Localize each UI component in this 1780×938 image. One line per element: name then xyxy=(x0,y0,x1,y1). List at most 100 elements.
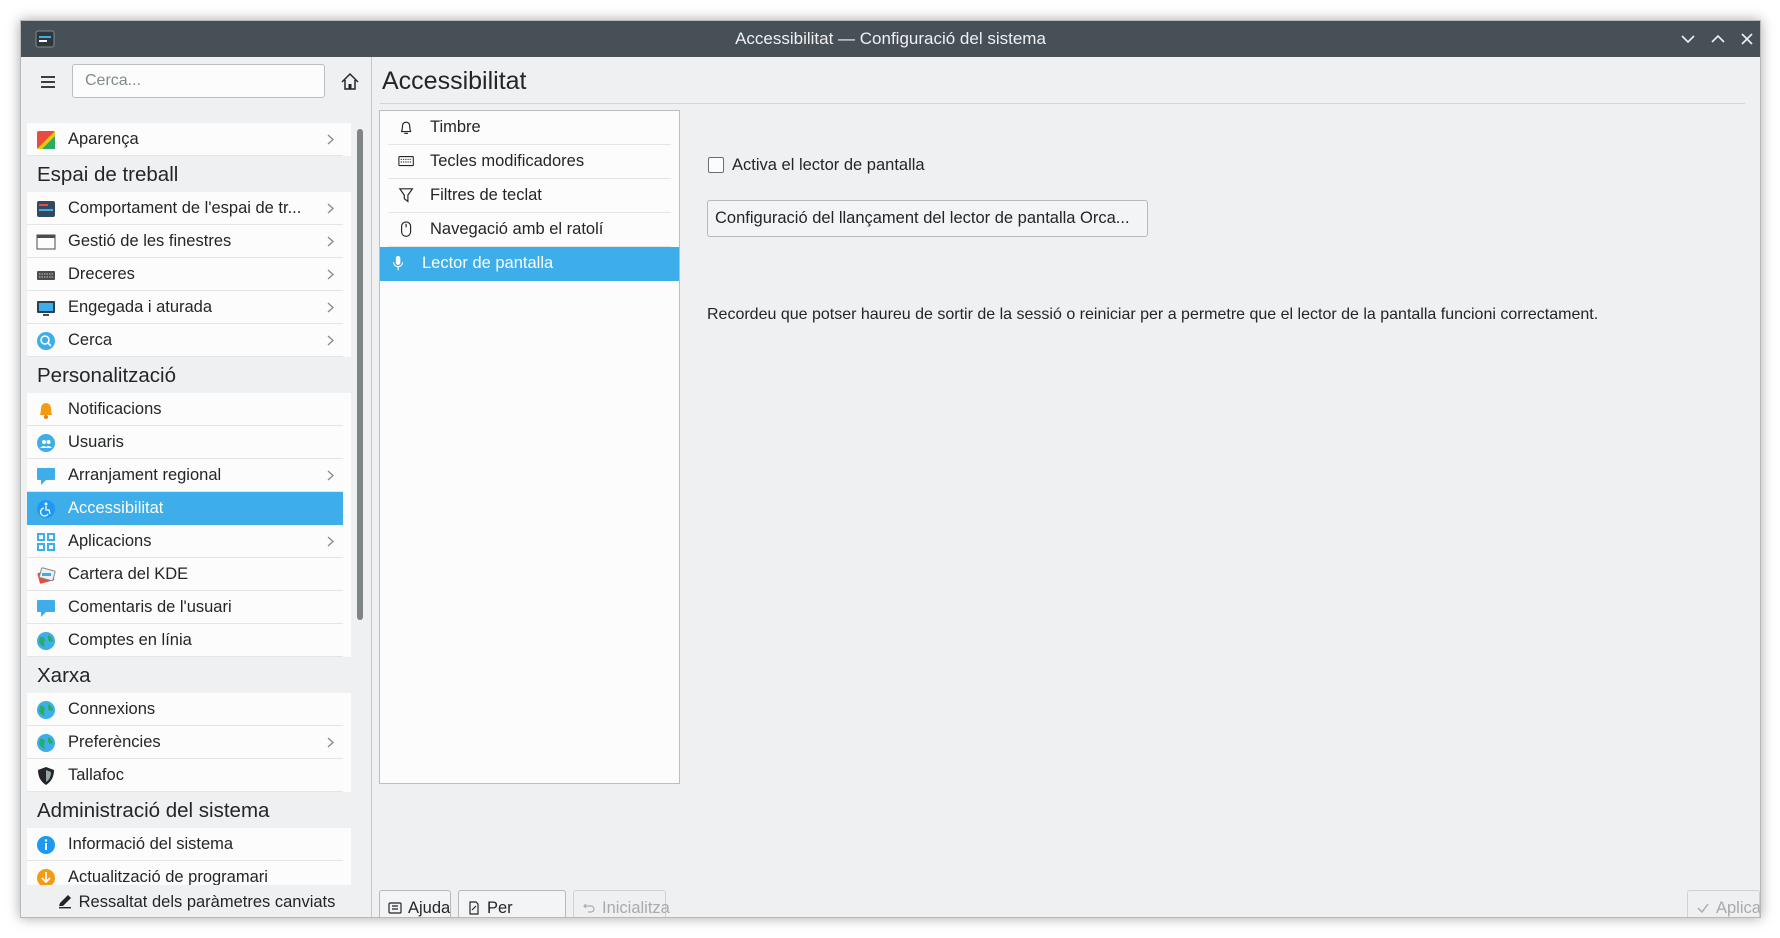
highlight-changed-settings-button[interactable]: Ressaltat dels paràmetres canviats xyxy=(21,885,371,917)
sidebar-category-label: Personalització xyxy=(37,364,177,387)
sidebar-item-label: Gestió de les finestres xyxy=(68,232,232,250)
enable-screen-reader-checkbox[interactable] xyxy=(708,157,724,173)
main-panel: Accessibilitat Timbre Tecles modificadore… xyxy=(372,57,1760,917)
appearance-icon xyxy=(37,131,55,149)
page-title: Accessibilitat xyxy=(382,67,527,95)
sidebar-item-gestio-de-les-finestres[interactable]: Gestió de les finestres xyxy=(27,225,343,258)
defaults-button[interactable]: Per omissió xyxy=(458,890,566,917)
sidebar-item-label: Tallafoc xyxy=(68,766,124,784)
globe-icon xyxy=(37,632,55,650)
help-icon xyxy=(388,902,402,914)
sidebar-item-label: Dreceres xyxy=(68,265,135,283)
chevron-right-icon xyxy=(327,302,334,313)
sidebar-item-notificacions[interactable]: Notificacions xyxy=(27,393,343,426)
subpage-list[interactable]: Timbre Tecles modificadores Filtres de tec… xyxy=(379,110,680,784)
sidebar-item-tallafoc[interactable]: Tallafoc xyxy=(27,759,343,792)
sidebar-item-dreceres[interactable]: Dreceres xyxy=(27,258,343,291)
bell-icon xyxy=(40,403,52,419)
sidebar-item-cerca[interactable]: Cerca xyxy=(27,324,343,357)
workspace-icon xyxy=(37,201,55,217)
microphone-icon xyxy=(393,255,404,271)
subpage-item-label: Tecles modificadores xyxy=(430,152,585,170)
hamburger-menu-icon[interactable] xyxy=(35,69,61,95)
title-bar[interactable]: Accessibilitat — Configuració del sistem… xyxy=(21,21,1760,57)
subpage-item-timbre[interactable]: Timbre xyxy=(388,111,671,145)
sidebar-item-comptes-en-linia[interactable]: Comptes en línia xyxy=(27,624,343,657)
sidebar-item-aplicacions[interactable]: Aplicacions xyxy=(27,525,343,558)
sidebar-item-informacio-del-sistema[interactable]: Informació del sistema xyxy=(27,828,343,861)
subpage-item-tecles-modificadores[interactable]: Tecles modificadores xyxy=(388,145,671,179)
sidebar-item-cartera-del-kde[interactable]: Cartera del KDE xyxy=(27,558,343,591)
chevron-right-icon xyxy=(327,536,334,547)
keyboard-outline-icon xyxy=(398,156,414,167)
subpage-item-lector-de-pantalla[interactable]: Lector de pantalla xyxy=(380,247,679,281)
sidebar-item-connexions[interactable]: Connexions xyxy=(27,693,343,726)
close-icon[interactable] xyxy=(1735,27,1759,51)
sidebar-item-preferencies[interactable]: Preferències xyxy=(27,726,343,759)
wallet-icon xyxy=(37,567,56,584)
sidebar-category-label: Administració del sistema xyxy=(37,799,270,822)
sidebar-item-usuaris[interactable]: Usuaris xyxy=(27,426,343,459)
sidebar-item-label: Preferències xyxy=(68,733,161,751)
chevron-right-icon xyxy=(327,236,334,247)
sidebar-item-actualitzacio-de-programari[interactable]: Actualització de programari xyxy=(27,861,343,885)
sidebar-item-comportament-de-l-espai-de-tr[interactable]: Comportament de l'espai de tr... xyxy=(27,192,343,225)
sidebar-item-label: Arranjament regional xyxy=(68,466,222,484)
enable-screen-reader-label[interactable]: Activa el lector de pantalla xyxy=(732,153,925,177)
apps-icon xyxy=(37,533,55,551)
settings-window: Accessibilitat — Configuració del sistem… xyxy=(20,20,1761,918)
chat-icon xyxy=(37,600,55,617)
sidebar-scrollbar[interactable] xyxy=(357,129,363,620)
window-icon xyxy=(36,234,56,250)
apply-button[interactable]: Aplica xyxy=(1687,890,1761,917)
sidebar-item-label: Accessibilitat xyxy=(68,499,164,517)
sidebar-category-heading: Espai de treball xyxy=(27,156,351,192)
sidebar-category-label: Espai de treball xyxy=(37,163,179,186)
sidebar-item-label: Comentaris de l'usuari xyxy=(68,598,232,616)
sidebar-item-label: Cerca xyxy=(68,331,113,349)
accessibility-icon xyxy=(37,500,55,518)
sidebar-category-heading: Personalització xyxy=(27,357,351,393)
subpage-item-filtres-de-teclat[interactable]: Filtres de teclat xyxy=(388,179,671,213)
sidebar-item-label: Cartera del KDE xyxy=(68,565,189,583)
help-button[interactable]: Ajuda xyxy=(379,890,451,917)
subpage-item-label: Lector de pantalla xyxy=(422,254,554,272)
sidebar-item-aparenca[interactable]: Aparença xyxy=(27,123,343,156)
search-input[interactable] xyxy=(72,64,325,98)
orca-launch-config-button[interactable]: Configuració del llançament del lector d… xyxy=(707,200,1148,237)
chevron-right-icon xyxy=(327,269,334,280)
sidebar-item-comentaris-de-l-usuari[interactable]: Comentaris de l'usuari xyxy=(27,591,343,624)
sidebar-item-arranjament-regional[interactable]: Arranjament regional xyxy=(27,459,343,492)
sidebar-category-list[interactable]: Aparença Espai de treball Comportament de … xyxy=(27,123,351,885)
sidebar: Aparença Espai de treball Comportament de … xyxy=(21,57,371,917)
globe-icon xyxy=(37,701,55,719)
keyboard-icon xyxy=(37,271,55,280)
sidebar-category-heading: Administració del sistema xyxy=(27,792,351,828)
subpage-item-label: Timbre xyxy=(430,118,481,136)
sidebar-item-accessibilitat[interactable]: Accessibilitat xyxy=(27,492,343,525)
chevron-right-icon xyxy=(327,335,334,346)
sidebar-item-label: Usuaris xyxy=(68,433,124,451)
sidebar-item-label: Informació del sistema xyxy=(68,835,234,853)
filter-icon xyxy=(398,188,414,203)
sidebar-category-heading: Xarxa xyxy=(27,657,351,693)
update-icon xyxy=(37,869,55,885)
reset-button[interactable]: Inicialitza xyxy=(573,890,670,917)
minimize-icon[interactable] xyxy=(1676,27,1700,51)
subpage-item-navegacio-amb-el-ratoli[interactable]: Navegació amb el ratolí xyxy=(388,213,671,247)
window-title: Accessibilitat — Configuració del sistem… xyxy=(735,29,1046,48)
users-icon xyxy=(37,434,55,452)
checkmark-icon xyxy=(1697,903,1709,914)
help-label: Ajuda xyxy=(408,899,451,917)
home-icon[interactable] xyxy=(337,69,363,95)
sidebar-item-engegada-i-aturada[interactable]: Engegada i aturada xyxy=(27,291,343,324)
maximize-icon[interactable] xyxy=(1706,27,1730,51)
document-icon xyxy=(469,901,479,915)
reset-label: Inicialitza xyxy=(602,899,670,917)
defaults-label: Per omissió xyxy=(487,899,513,917)
undo-icon xyxy=(583,903,595,913)
apply-label: Aplica xyxy=(1716,899,1761,917)
sidebar-item-label: Aplicacions xyxy=(68,532,152,550)
sidebar-item-label: Notificacions xyxy=(68,400,162,418)
chat-icon xyxy=(37,468,55,485)
